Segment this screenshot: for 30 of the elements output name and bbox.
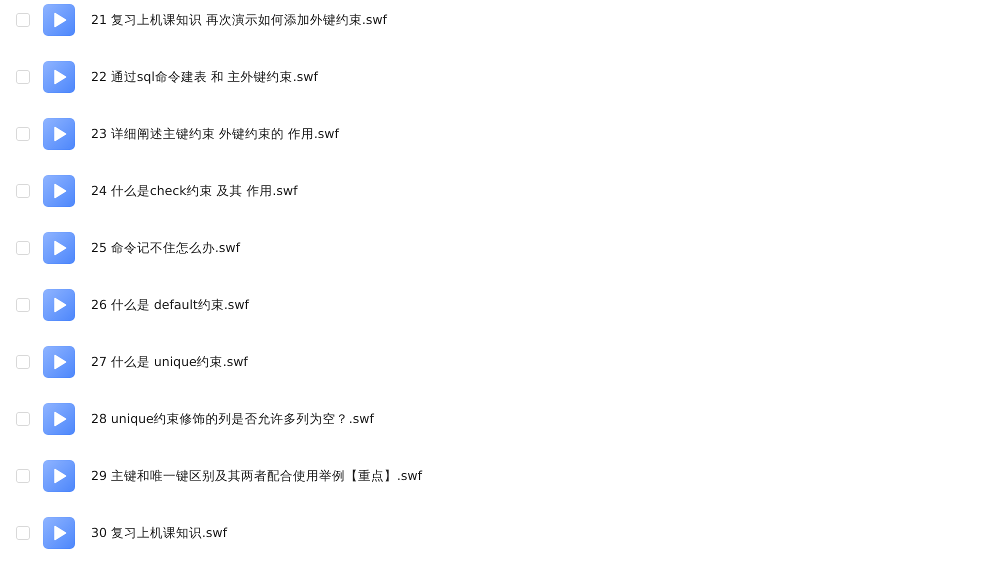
play-icon[interactable]: [43, 4, 75, 36]
file-name[interactable]: 27 什么是 unique约束.swf: [91, 354, 248, 370]
file-name[interactable]: 30 复习上机课知识.swf: [91, 524, 227, 542]
play-icon[interactable]: [43, 289, 75, 321]
file-name[interactable]: 21 复习上机课知识 再次演示如何添加外键约束.swf: [91, 12, 387, 28]
file-name[interactable]: 26 什么是 default约束.swf: [91, 296, 249, 314]
file-name[interactable]: 29 主键和唯一键区别及其两者配合使用举例【重点】.swf: [91, 468, 422, 484]
checkbox[interactable]: [16, 70, 30, 84]
checkbox[interactable]: [16, 13, 30, 27]
play-icon[interactable]: [43, 346, 75, 378]
file-name[interactable]: 23 详细阐述主键约束 外键约束的 作用.swf: [91, 126, 339, 142]
checkbox[interactable]: [16, 469, 30, 483]
file-name[interactable]: 22 通过sql命令建表 和 主外键约束.swf: [91, 68, 318, 86]
checkbox[interactable]: [16, 355, 30, 369]
checkbox[interactable]: [16, 184, 30, 198]
play-icon[interactable]: [43, 61, 75, 93]
checkbox[interactable]: [16, 127, 30, 141]
checkbox[interactable]: [16, 298, 30, 312]
play-icon[interactable]: [43, 175, 75, 207]
play-icon[interactable]: [43, 118, 75, 150]
file-name[interactable]: 24 什么是check约束 及其 作用.swf: [91, 182, 298, 200]
file-name[interactable]: 25 命令记不住怎么办.swf: [91, 240, 240, 256]
file-name[interactable]: 28 unique约束修饰的列是否允许多列为空？.swf: [91, 410, 374, 428]
play-icon[interactable]: [43, 460, 75, 492]
play-icon[interactable]: [43, 232, 75, 264]
play-icon[interactable]: [43, 403, 75, 435]
checkbox[interactable]: [16, 526, 30, 540]
play-icon[interactable]: [43, 517, 75, 549]
checkbox[interactable]: [16, 412, 30, 426]
checkbox[interactable]: [16, 241, 30, 255]
